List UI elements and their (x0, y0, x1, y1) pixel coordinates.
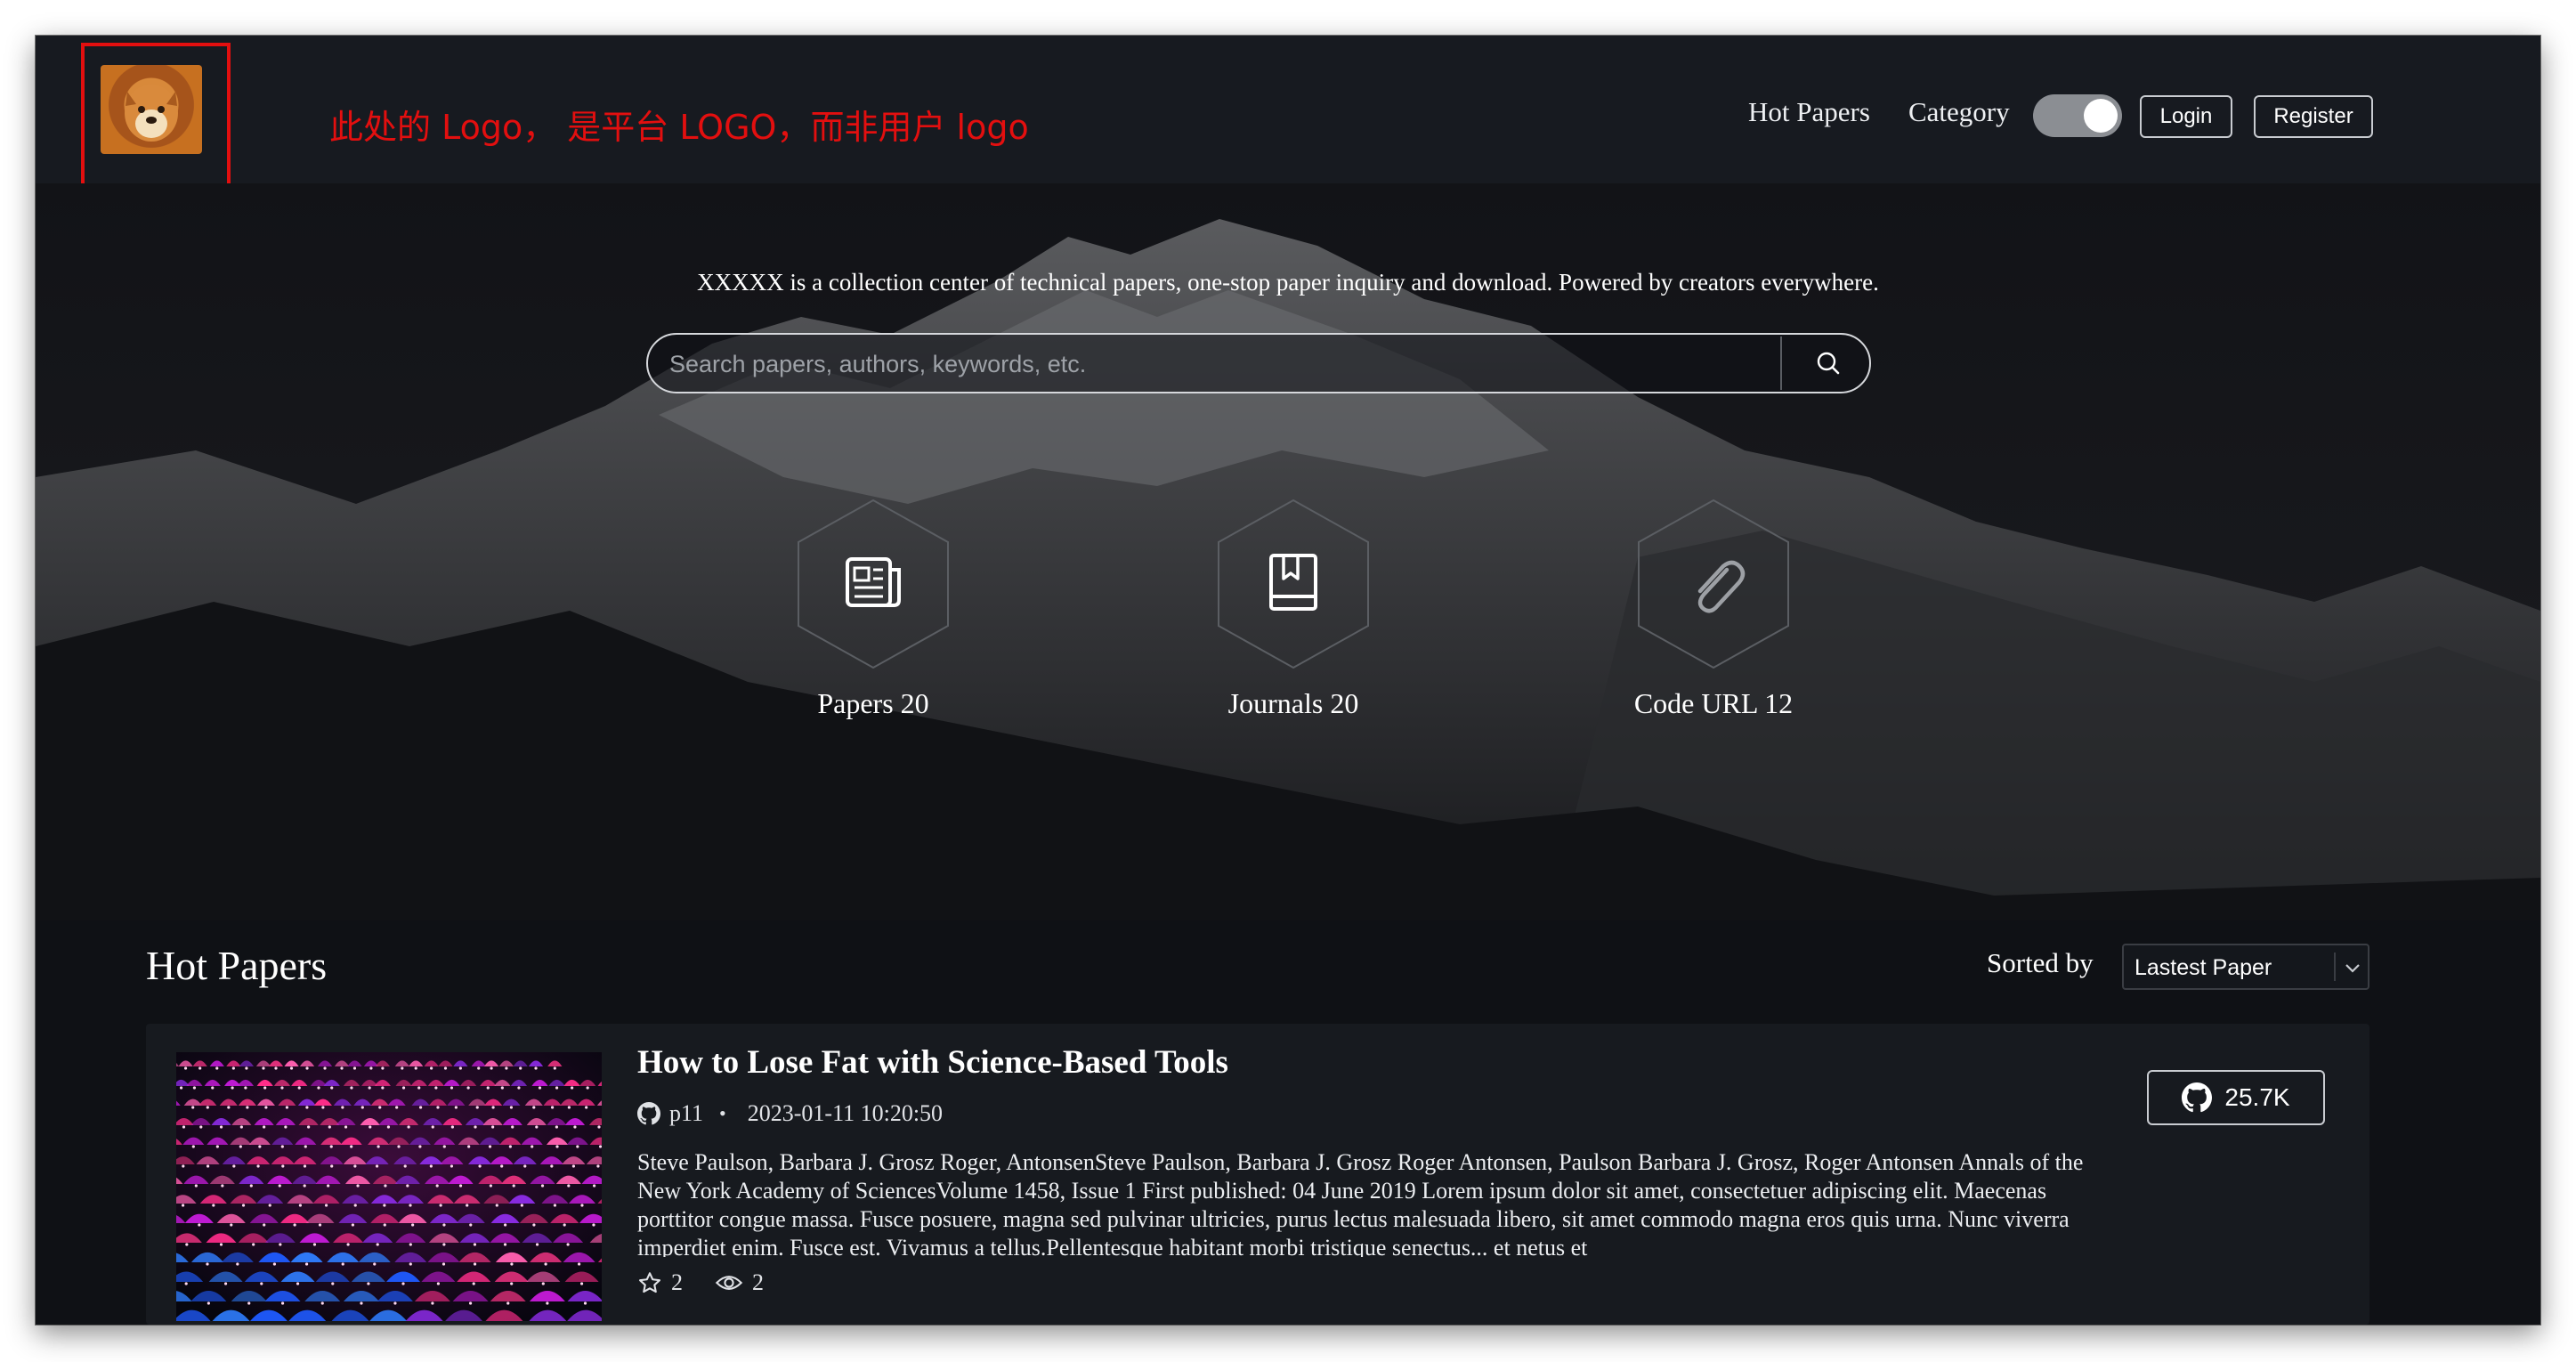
paper-description: Steve Paulson, Barbara J. Grosz Roger, A… (637, 1149, 2084, 1257)
section-title: Hot Papers (146, 943, 328, 988)
top-navbar: 此处的 Logo， 是平台 LOGO，而非用户 logo Hot Papers … (36, 36, 2540, 189)
app-window: 此处的 Logo， 是平台 LOGO，而非用户 logo Hot Papers … (36, 36, 2540, 1325)
eye-icon (715, 1276, 743, 1290)
register-button[interactable]: Register (2254, 95, 2373, 138)
logo-annotation-box (81, 43, 231, 189)
paper-card[interactable]: How to Lose Fat with Science-Based Tools… (146, 1024, 2369, 1325)
github-stars-count: 25.7K (2224, 1083, 2290, 1111)
paperclip-icon (1638, 499, 1789, 669)
github-icon (2182, 1082, 2213, 1113)
paper-stats: 2 2 (637, 1269, 796, 1296)
search-button[interactable] (1787, 335, 1869, 392)
github-icon (637, 1102, 660, 1125)
view-count-value: 2 (752, 1269, 764, 1295)
search-bar (646, 333, 1871, 393)
nav-category[interactable]: Category (1908, 96, 2010, 128)
sort-select-value: Lastest Paper (2135, 955, 2272, 980)
hero-tagline: XXXXX is a collection center of technica… (697, 269, 1879, 296)
search-divider (1780, 336, 1782, 390)
paper-meta: p11 • 2023-01-11 10:20:50 (637, 1100, 943, 1127)
logo-annotation-note: 此处的 Logo， 是平台 LOGO，而非用户 logo (329, 108, 1029, 147)
stat-papers-label: Papers 20 (817, 687, 929, 719)
sort-label: Sorted by (1987, 947, 2094, 978)
stat-papers[interactable]: Papers 20 (740, 497, 1007, 720)
search-icon (1817, 352, 1840, 375)
login-button[interactable]: Login (2140, 95, 2232, 138)
meta-separator: • (719, 1102, 726, 1124)
sort-select-divider (2334, 953, 2336, 981)
hero-banner: XXXXX is a collection center of technica… (36, 183, 2540, 920)
star-count-value: 2 (671, 1269, 683, 1295)
paper-thumbnail[interactable] (176, 1052, 602, 1321)
search-input[interactable] (668, 344, 1775, 385)
paper-date: 2023-01-11 10:20:50 (747, 1100, 944, 1126)
theme-toggle[interactable] (2033, 94, 2122, 137)
stat-journals-label: Journals 20 (1227, 687, 1359, 719)
book-icon (1218, 499, 1369, 669)
stat-code-url-label: Code URL 12 (1633, 687, 1794, 719)
paper-title[interactable]: How to Lose Fat with Science-Based Tools (637, 1043, 1228, 1082)
github-stars-button[interactable]: 25.7K (2147, 1070, 2325, 1125)
star-icon (638, 1272, 661, 1293)
newspaper-icon (798, 499, 949, 669)
lantern-image (176, 1052, 602, 1321)
paper-username[interactable]: p11 (669, 1100, 703, 1127)
star-count[interactable]: 2 (637, 1269, 683, 1296)
stat-code-url[interactable]: Code URL 12 (1580, 497, 1847, 720)
chevron-down-icon (2345, 964, 2360, 973)
sort-select[interactable]: Lastest Paper (2122, 944, 2369, 990)
stat-journals[interactable]: Journals 20 (1160, 497, 1427, 720)
hot-papers-section: Hot Papers Sorted by Lastest Paper How t… (36, 920, 2540, 1325)
view-count: 2 (715, 1269, 764, 1296)
nav-hot-papers[interactable]: Hot Papers (1748, 96, 1870, 128)
toggle-knob (2084, 99, 2118, 133)
